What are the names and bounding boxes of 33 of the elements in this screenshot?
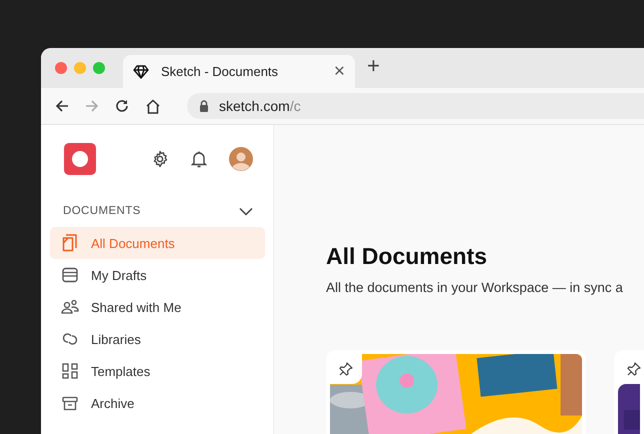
lock-icon: [199, 100, 209, 112]
diamond-icon: [133, 64, 149, 78]
sidebar-item[interactable]: Archive: [50, 387, 265, 419]
grid-icon: [61, 363, 79, 379]
home-icon[interactable]: [145, 98, 161, 114]
document-card[interactable]: [614, 350, 644, 434]
section-heading: DOCUMENTS: [63, 205, 141, 217]
documents-icon: [61, 234, 79, 252]
sidebar-item[interactable]: Shared with Me: [50, 291, 265, 323]
page-title: All Documents: [326, 243, 488, 270]
reload-icon[interactable]: [115, 99, 129, 113]
url-text: sketch.com/c: [219, 98, 301, 114]
back-icon[interactable]: [55, 99, 69, 113]
avatar[interactable]: [229, 147, 253, 171]
sidebar-item[interactable]: Templates: [50, 355, 265, 387]
tab-title: Sketch - Documents: [161, 64, 280, 79]
pin-icon: [627, 362, 641, 376]
new-tab-button[interactable]: +: [355, 54, 380, 82]
settings-icon[interactable]: [151, 150, 169, 168]
address-bar[interactable]: sketch.com/c: [187, 93, 644, 119]
page-subtitle: All the documents in your Workspace — in sync a: [326, 280, 624, 295]
chevron-icon[interactable]: [239, 206, 253, 216]
notifications-icon[interactable]: [191, 150, 207, 168]
drafts-icon: [61, 267, 79, 283]
pin-icon: [339, 362, 353, 376]
browser-tab[interactable]: Sketch - Documents ×: [123, 55, 355, 88]
archive-icon: [61, 396, 79, 410]
sidebar-item[interactable]: Libraries: [50, 323, 265, 355]
close-tab-button[interactable]: ×: [334, 62, 345, 81]
people-icon: [61, 299, 79, 315]
sidebar-item[interactable]: My Drafts: [50, 259, 265, 291]
workspace-logo[interactable]: [64, 143, 96, 175]
link-icon: [61, 331, 79, 347]
